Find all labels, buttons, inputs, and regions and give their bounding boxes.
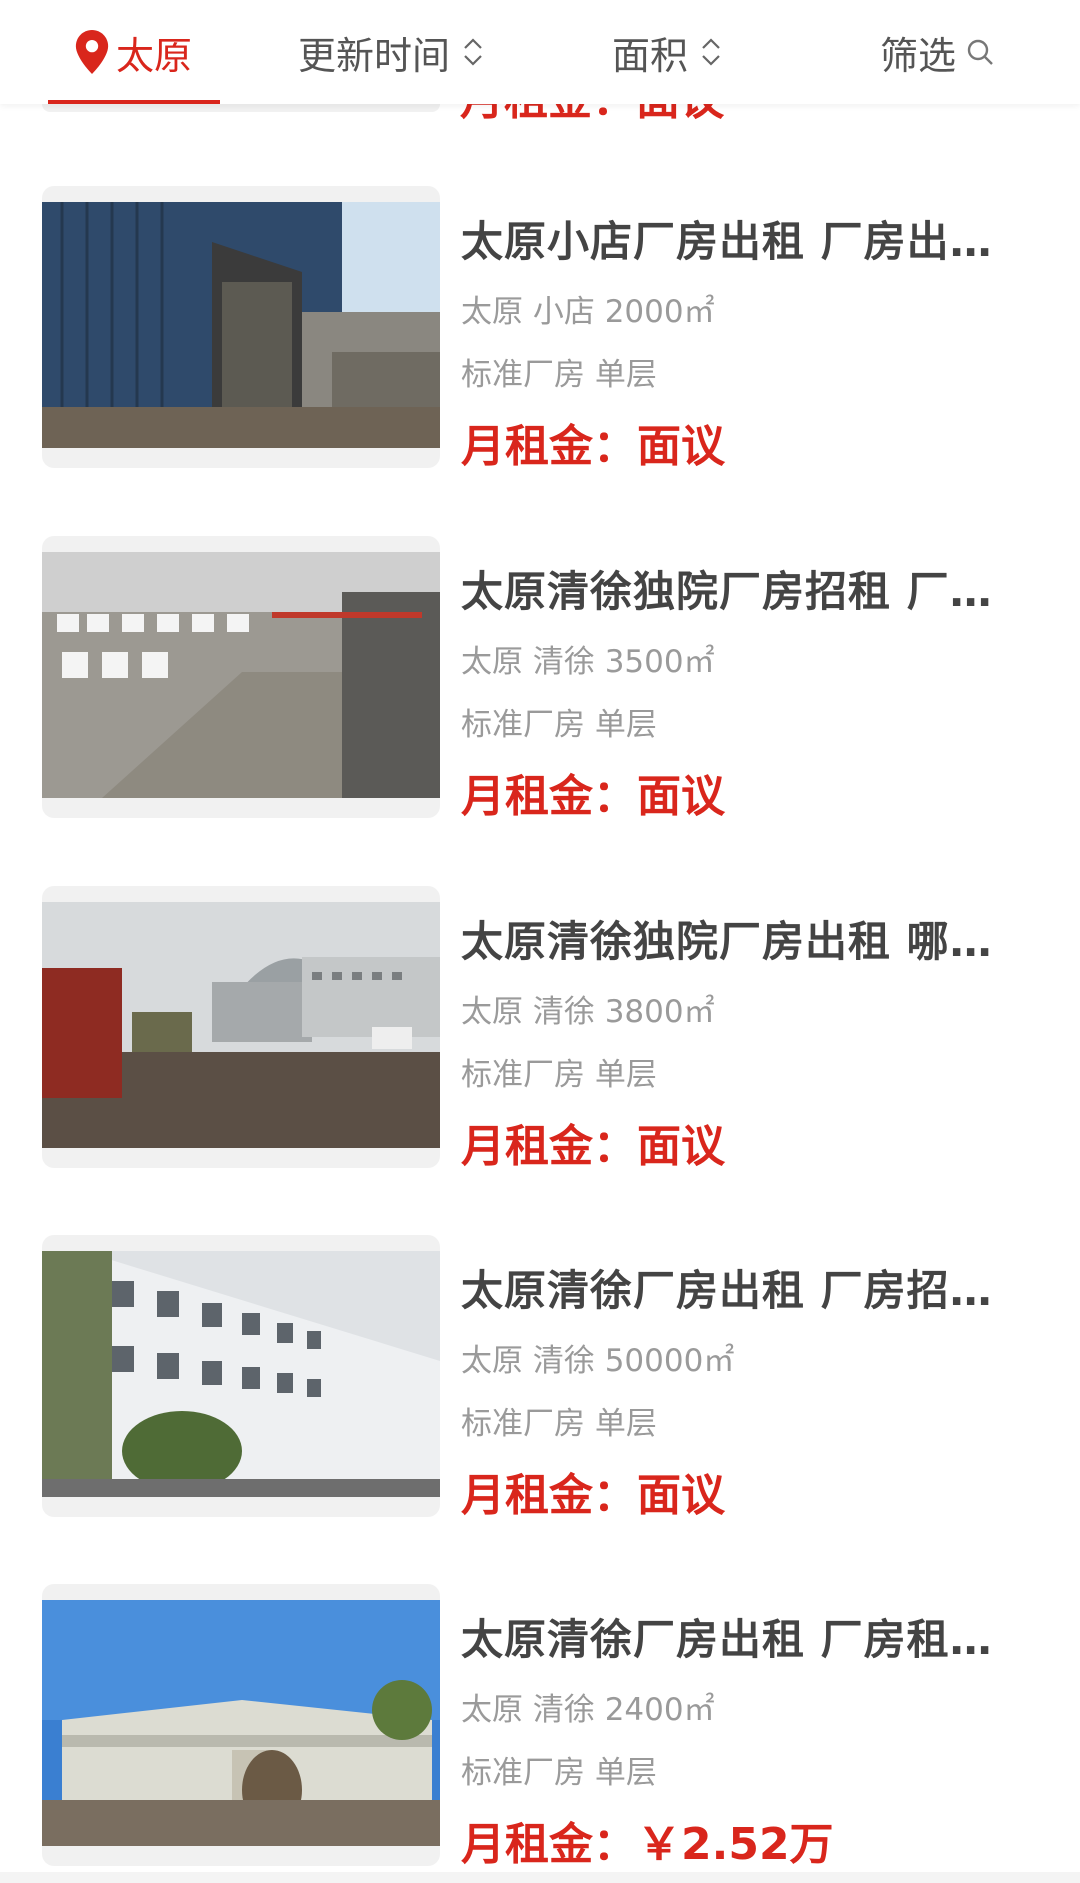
- factory-building-photo: [42, 1251, 440, 1497]
- listing-card[interactable]: 太原小店厂房出租 厂房出… 太原 小店 2000㎡ 标准厂房 单层 月租金：面议: [0, 186, 1080, 472]
- sort-updown-icon: [702, 38, 720, 66]
- warehouse-interior-photo: [42, 552, 440, 798]
- city-label: 太原: [116, 33, 193, 78]
- listing-tags: 标准厂房 单层: [461, 1755, 657, 1791]
- city-tab[interactable]: 太原: [74, 0, 192, 104]
- search-icon: [967, 39, 993, 65]
- listing-thumbnail[interactable]: [42, 886, 440, 1168]
- previous-item-thumbnail-edge: [42, 104, 440, 112]
- listing-location-area: 太原 清徐 3800㎡: [461, 994, 715, 1030]
- listing-location-area: 太原 清徐 2400㎡: [461, 1692, 715, 1728]
- listing-card[interactable]: 太原清徐独院厂房招租 厂… 太原 清徐 3500㎡ 标准厂房 单层 月租金：面议: [0, 536, 1080, 822]
- listing-card[interactable]: 太原清徐厂房出租 厂房租… 太原 清徐 2400㎡ 标准厂房 单层 月租金：￥2…: [0, 1584, 1080, 1870]
- listing-price: 月租金：￥2.52万: [461, 1819, 834, 1870]
- listing-price: 月租金：面议: [461, 771, 725, 822]
- bottom-edge: [0, 1872, 1080, 1883]
- listing-location-area: 太原 清徐 50000㎡: [461, 1343, 735, 1379]
- listing-location-area: 太原 小店 2000㎡: [461, 294, 715, 330]
- sort-time-label: 更新时间: [298, 33, 451, 78]
- listing-thumbnail[interactable]: [42, 1235, 440, 1517]
- location-pin-icon: [75, 30, 109, 74]
- warehouse-exterior-photo: [42, 1600, 440, 1846]
- listing-title[interactable]: 太原清徐独院厂房出租 哪…: [461, 908, 1021, 969]
- sort-by-time-tab[interactable]: 更新时间: [298, 0, 484, 104]
- warehouse-yard-photo: [42, 902, 440, 1148]
- sort-area-label: 面积: [612, 33, 689, 78]
- listing-price: 月租金：面议: [461, 1470, 725, 1521]
- active-tab-underline: [48, 100, 220, 104]
- filter-label: 筛选: [880, 33, 957, 78]
- listing-thumbnail[interactable]: [42, 536, 440, 818]
- listing-title[interactable]: 太原清徐独院厂房招租 厂…: [461, 558, 1021, 619]
- listing-title[interactable]: 太原小店厂房出租 厂房出…: [461, 208, 1021, 269]
- listing-tags: 标准厂房 单层: [461, 357, 657, 393]
- warehouse-photo: [42, 202, 440, 448]
- listing-location-area: 太原 清徐 3500㎡: [461, 644, 715, 680]
- listing-thumbnail[interactable]: [42, 1584, 440, 1866]
- listing-tags: 标准厂房 单层: [461, 1406, 657, 1442]
- listing-tags: 标准厂房 单层: [461, 707, 657, 743]
- sort-by-area-tab[interactable]: 面积: [612, 0, 722, 104]
- listing-price: 月租金：面议: [461, 421, 725, 472]
- listing-price: 月租金：面议: [461, 1121, 725, 1172]
- listing-card[interactable]: 太原清徐独院厂房出租 哪… 太原 清徐 3800㎡ 标准厂房 单层 月租金：面议: [0, 886, 1080, 1172]
- listing-tags: 标准厂房 单层: [461, 1057, 657, 1093]
- listing-title[interactable]: 太原清徐厂房出租 厂房招…: [461, 1257, 1021, 1318]
- sort-updown-icon: [464, 38, 482, 66]
- filter-tab[interactable]: 筛选: [880, 0, 994, 104]
- filter-bar: 太原 更新时间 面积 筛选: [0, 0, 1080, 104]
- listing-title[interactable]: 太原清徐厂房出租 厂房租…: [461, 1606, 1021, 1667]
- listing-thumbnail[interactable]: [42, 186, 440, 468]
- listing-card[interactable]: 太原清徐厂房出租 厂房招… 太原 清徐 50000㎡ 标准厂房 单层 月租金：面…: [0, 1235, 1080, 1521]
